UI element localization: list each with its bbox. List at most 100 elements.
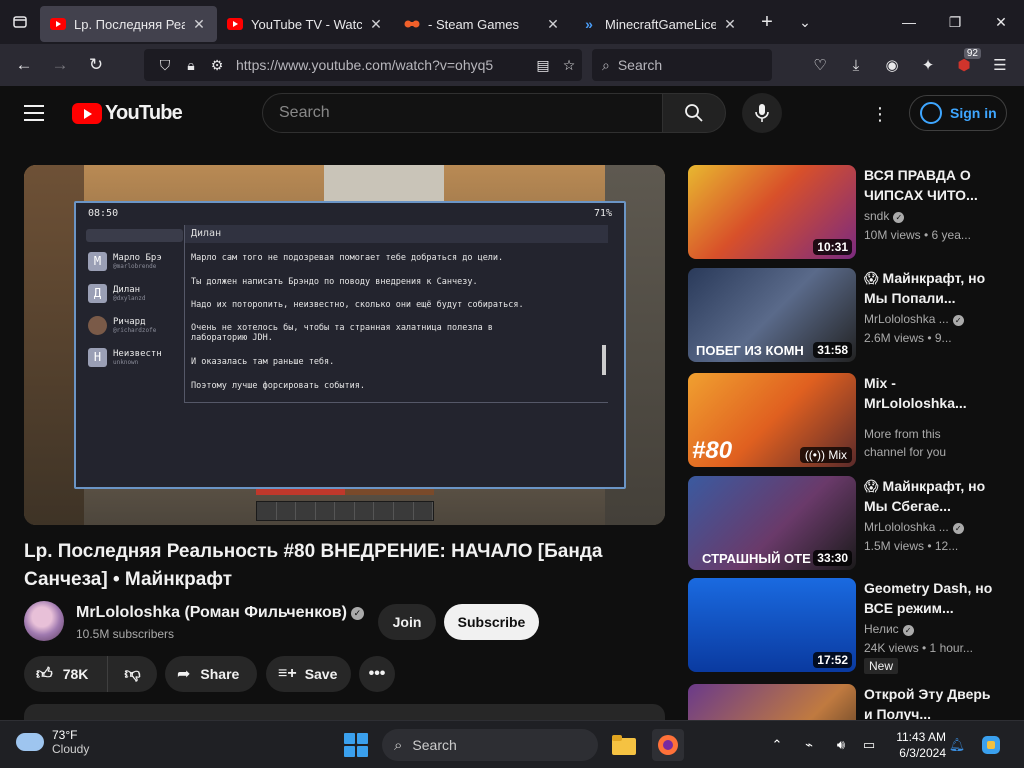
- recommended-channel[interactable]: sndk: [864, 209, 889, 223]
- sign-in-button[interactable]: Sign in: [909, 95, 1007, 131]
- back-button[interactable]: ←: [6, 47, 42, 83]
- pocket-icon[interactable]: ♡: [806, 51, 834, 79]
- permissions-icon[interactable]: ⚙︎: [204, 57, 230, 74]
- copilot-icon[interactable]: [980, 733, 1002, 757]
- video-thumbnail[interactable]: ПОБЕГ ИЗ КОМН 31:58: [688, 268, 856, 362]
- recommended-video[interactable]: Открой Эту Дверь и Получ...: [688, 684, 1008, 720]
- forward-button[interactable]: →: [42, 47, 78, 83]
- voice-search-button[interactable]: [742, 93, 782, 133]
- recommended-channel-row: MrLololoshka ... ✓: [864, 312, 1004, 326]
- ublock-icon[interactable]: ⬢ 92: [950, 48, 981, 79]
- recommended-channel[interactable]: MrLololoshka ...: [864, 312, 949, 326]
- chat-header: Дилан: [185, 225, 608, 243]
- account-icon[interactable]: ◉: [878, 51, 906, 79]
- close-window-button[interactable]: ✕: [978, 0, 1024, 44]
- battery-icon[interactable]: ▭: [858, 733, 880, 757]
- browser-tab[interactable]: - Steam Games ✕: [394, 6, 571, 42]
- video-thumbnail[interactable]: 10:31: [688, 165, 856, 259]
- game-window: [324, 165, 444, 205]
- recommended-video[interactable]: 17:52 Geometry Dash, но ВСЕ режим... Нел…: [688, 578, 1008, 674]
- video-thumbnail[interactable]: СТРАШНЫЙ ОТЕ 33:30: [688, 476, 856, 570]
- browser-tab[interactable]: YouTube TV - Watch & Stream ✕: [217, 6, 394, 42]
- like-button[interactable]: 👍︎ 78K: [24, 656, 108, 692]
- network-icon[interactable]: ⌁: [798, 733, 820, 757]
- lock-icon[interactable]: 🔒︎: [178, 57, 204, 74]
- browser-tab[interactable]: Lp. Последняя Реальность ✕: [40, 6, 217, 42]
- share-button[interactable]: ➦ Share: [165, 656, 257, 692]
- recommended-title[interactable]: 😱 Майнкрафт, но Мы Сбегае...: [864, 476, 994, 516]
- windows-start-button[interactable]: [344, 733, 368, 757]
- youtube-search-button[interactable]: [662, 93, 726, 133]
- firefox-icon[interactable]: [652, 729, 684, 761]
- reader-view-icon[interactable]: ▤: [530, 57, 556, 74]
- temperature: 73°F: [52, 728, 78, 742]
- bookmark-star-icon[interactable]: ☆: [556, 57, 582, 74]
- close-tab-icon[interactable]: ✕: [545, 16, 561, 33]
- recommended-channel-row: sndk ✓: [864, 209, 1004, 223]
- settings-more-button[interactable]: ⋮: [866, 100, 894, 128]
- extensions-icon[interactable]: ✦: [914, 51, 942, 79]
- minimize-button[interactable]: —: [886, 0, 932, 44]
- channel-avatar[interactable]: [24, 601, 64, 641]
- list-all-tabs-button[interactable]: ⌄: [786, 0, 824, 44]
- join-button[interactable]: Join: [378, 604, 436, 640]
- recommended-title[interactable]: Mix - MrLololoshka...: [864, 373, 994, 413]
- file-explorer-icon[interactable]: [608, 729, 640, 761]
- chat-message: Очень не хотелось бы, чтобы та странная …: [191, 323, 493, 343]
- channel-name[interactable]: MrLololoshka (Роман Фильченков): [76, 604, 347, 621]
- more-actions-button[interactable]: •••: [359, 656, 395, 692]
- weather-condition: Cloudy: [52, 742, 90, 756]
- verified-check-icon: ✓: [350, 607, 364, 620]
- clock-time: 11:43 AM: [896, 730, 946, 744]
- video-thumbnail[interactable]: [688, 684, 856, 720]
- browser-tab[interactable]: » MinecraftGameLicense ✕: [571, 6, 748, 42]
- address-bar[interactable]: ⛉ 🔒︎ ⚙︎ https://www.youtube.com/watch?v=…: [144, 49, 582, 81]
- reload-icon: ↻: [88, 55, 104, 74]
- recommended-title[interactable]: 😱 Майнкрафт, но Мы Попали...: [864, 268, 994, 308]
- close-tab-icon[interactable]: ✕: [368, 16, 384, 33]
- recommended-video[interactable]: 10:31 ВСЯ ПРАВДА О ЧИПСАХ ЧИТО... sndk ✓ …: [688, 165, 1008, 259]
- youtube-logo[interactable]: YouTube: [72, 102, 183, 125]
- dislike-button[interactable]: 👎︎: [108, 656, 157, 692]
- youtube-search-input[interactable]: Search: [262, 93, 663, 133]
- browser-search-field[interactable]: ⌕ Search: [592, 49, 772, 81]
- recommended-channel[interactable]: Нелис: [864, 622, 899, 636]
- channel-name-row[interactable]: MrLololoshka (Роман Фильченков) ✓: [76, 604, 364, 622]
- game-health-bar: [256, 489, 434, 495]
- video-thumbnail[interactable]: 17:52: [688, 578, 856, 672]
- video-duration: 17:52: [813, 652, 852, 668]
- recommended-channel[interactable]: MrLololoshka ...: [864, 520, 949, 534]
- recommended-title[interactable]: ВСЯ ПРАВДА О ЧИПСАХ ЧИТО...: [864, 165, 994, 205]
- tab-list-button[interactable]: [0, 0, 40, 44]
- download-icon[interactable]: ⤓: [842, 51, 870, 79]
- shield-icon[interactable]: ⛉: [152, 57, 178, 74]
- video-player[interactable]: 08:50 71% М Марло Брэ @marlobrende Д Дила…: [24, 165, 665, 525]
- url-text[interactable]: https://www.youtube.com/watch?v=ohyq5: [230, 57, 530, 73]
- subscribe-button[interactable]: Subscribe: [444, 604, 539, 640]
- guide-menu-icon[interactable]: [24, 105, 44, 121]
- phone-time: 08:50: [88, 207, 119, 219]
- close-tab-icon[interactable]: ✕: [722, 16, 738, 33]
- app-menu-icon[interactable]: ☰: [986, 51, 1014, 79]
- taskbar-clock[interactable]: 11:43 AM 6/3/2024: [884, 729, 946, 761]
- recommended-video[interactable]: ПОБЕГ ИЗ КОМН 31:58 😱 Майнкрафт, но Мы П…: [688, 268, 1008, 362]
- volume-icon[interactable]: 🔊︎: [830, 733, 852, 757]
- youtube-logo-text: YouTube: [105, 102, 183, 124]
- restore-button[interactable]: ❐: [932, 0, 978, 44]
- youtube-search-placeholder: Search: [279, 104, 330, 121]
- chevron-up-icon[interactable]: ⌃: [766, 733, 788, 757]
- taskbar-search[interactable]: ⌕ Search: [382, 729, 598, 761]
- search-icon: ⌕: [394, 736, 403, 754]
- recommended-mix[interactable]: #80 ((•)) Mix Mix - MrLololoshka... More…: [688, 373, 1008, 467]
- recommended-video[interactable]: СТРАШНЫЙ ОТЕ 33:30 😱 Майнкрафт, но Мы Сб…: [688, 476, 1008, 570]
- recommended-title[interactable]: Geometry Dash, но ВСЕ режим...: [864, 578, 994, 618]
- save-button[interactable]: ≡+ Save: [266, 656, 351, 692]
- weather-widget[interactable]: 73°F Cloudy: [16, 728, 89, 756]
- new-tab-button[interactable]: +: [748, 0, 786, 44]
- reload-button[interactable]: ↻: [78, 47, 114, 83]
- arrow-left-icon: ←: [15, 55, 33, 74]
- notification-bell-icon[interactable]: 🔔︎: [946, 733, 968, 757]
- mix-thumbnail[interactable]: #80 ((•)) Mix: [688, 373, 856, 467]
- close-tab-icon[interactable]: ✕: [191, 16, 207, 33]
- recommended-title[interactable]: Открой Эту Дверь и Получ...: [864, 684, 994, 720]
